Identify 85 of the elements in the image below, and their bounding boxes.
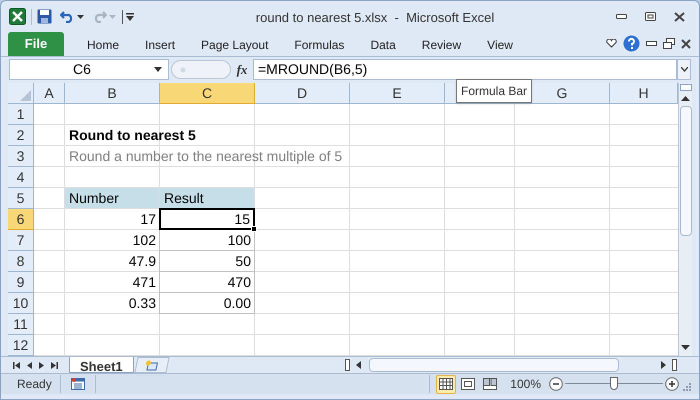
page-layout-icon	[460, 376, 476, 392]
customize-menu-icon[interactable]	[126, 12, 134, 20]
split-handle[interactable]	[345, 359, 350, 371]
caret-icon	[680, 67, 688, 72]
ribbon-tab[interactable]: Data	[357, 34, 409, 56]
excel-logo-icon[interactable]	[9, 8, 26, 25]
resize-grip-icon[interactable]	[683, 383, 691, 391]
previous-sheet-icon[interactable]	[27, 362, 32, 368]
caret-icon	[109, 14, 116, 18]
caret-icon[interactable]	[77, 14, 84, 18]
page-break-icon	[482, 376, 498, 392]
row-header[interactable]: 2	[8, 125, 34, 146]
zoom-slider-track[interactable]	[565, 377, 663, 391]
new-sheet-button[interactable]	[134, 357, 170, 373]
split-handle[interactable]	[672, 359, 677, 371]
zoom-level[interactable]: 100%	[510, 375, 541, 393]
caret-icon[interactable]	[154, 67, 162, 72]
zoom-out-icon[interactable]	[549, 377, 563, 391]
tooltip: Formula Bar	[456, 79, 532, 103]
table-cell[interactable]: 50	[159, 250, 255, 272]
table-cell[interactable]: 0.00	[159, 292, 255, 314]
row-header[interactable]: 6	[8, 209, 34, 230]
normal-view-icon	[438, 376, 454, 392]
next-sheet-icon[interactable]	[39, 362, 44, 368]
close-icon[interactable]	[674, 12, 685, 22]
normal-view-button[interactable]	[436, 374, 456, 394]
sheet-tab[interactable]: Sheet1	[69, 356, 134, 372]
minimize-icon[interactable]	[646, 41, 657, 46]
split-handle[interactable]	[680, 84, 692, 91]
formula-field[interactable]: =MROUND(B6,5)	[253, 59, 677, 80]
new-sheet-icon	[143, 360, 160, 370]
row-header[interactable]: 5	[8, 188, 34, 209]
column-header[interactable]: H	[610, 83, 678, 104]
row-header[interactable]: 9	[8, 272, 34, 293]
row-header[interactable]: 3	[8, 146, 34, 167]
ribbon-tab[interactable]: Formulas	[281, 34, 358, 56]
column-header[interactable]: D	[255, 83, 350, 104]
table-cell[interactable]: 15	[159, 208, 255, 230]
close-icon[interactable]	[681, 38, 691, 48]
row-header[interactable]: 1	[8, 104, 34, 125]
window-title: round to nearest 5.xlsx - Microsoft Excel	[256, 10, 494, 25]
row-header[interactable]: 7	[8, 230, 34, 251]
column-header[interactable]: C	[160, 83, 255, 104]
row-header[interactable]: 10	[8, 293, 34, 314]
dot-icon	[180, 66, 186, 72]
left-arrow-icon[interactable]	[356, 361, 361, 369]
right-arrow-icon[interactable]	[661, 361, 666, 369]
undo-icon[interactable]	[60, 10, 75, 23]
last-sheet-icon[interactable]	[51, 362, 58, 368]
restore-icon[interactable]	[663, 38, 675, 49]
column-header[interactable]: E	[350, 83, 445, 104]
sheet-subtitle: Round a number to the nearest multiple of 5	[69, 147, 342, 166]
file-tab[interactable]: File	[8, 32, 64, 56]
ribbon-tab[interactable]: Review	[408, 34, 474, 56]
scroll-thumb[interactable]	[369, 358, 619, 372]
minimize-icon[interactable]	[616, 14, 627, 19]
down-arrow-icon[interactable]	[681, 345, 690, 350]
fill-handle[interactable]	[251, 226, 257, 232]
first-sheet-icon[interactable]	[13, 362, 20, 368]
row-header[interactable]: 11	[8, 314, 34, 335]
up-arrow-icon[interactable]	[681, 96, 690, 101]
ribbon-tab[interactable]: Insert	[132, 34, 188, 56]
status-text: Ready	[16, 376, 53, 393]
column-header[interactable]: A	[34, 83, 65, 104]
table-cell[interactable]: 100	[159, 229, 255, 251]
sheet-title: Round to nearest 5	[69, 126, 196, 145]
table-cell[interactable]: 470	[159, 271, 255, 293]
zoom-in-icon[interactable]	[665, 377, 679, 391]
column-header[interactable]: B	[65, 83, 160, 104]
maximize-icon[interactable]	[645, 12, 656, 21]
row-header[interactable]: 12	[8, 335, 34, 356]
name-box[interactable]: C6	[9, 59, 169, 80]
ribbon-tab[interactable]: Home	[74, 34, 132, 56]
row-header[interactable]: 8	[8, 251, 34, 272]
heart-icon[interactable]	[606, 39, 617, 48]
help-icon[interactable]	[623, 35, 640, 52]
save-icon[interactable]	[37, 9, 52, 24]
record-macro-icon[interactable]	[70, 378, 85, 390]
scroll-thumb[interactable]	[680, 106, 692, 236]
zoom-slider-thumb[interactable]	[610, 377, 618, 390]
ribbon-tab[interactable]: Page Layout	[188, 34, 282, 56]
row-header[interactable]: 4	[8, 167, 34, 188]
expand-button[interactable]	[677, 59, 691, 80]
ribbon-tab[interactable]: View	[474, 34, 526, 56]
insert-function-button[interactable]: fx	[231, 59, 253, 80]
